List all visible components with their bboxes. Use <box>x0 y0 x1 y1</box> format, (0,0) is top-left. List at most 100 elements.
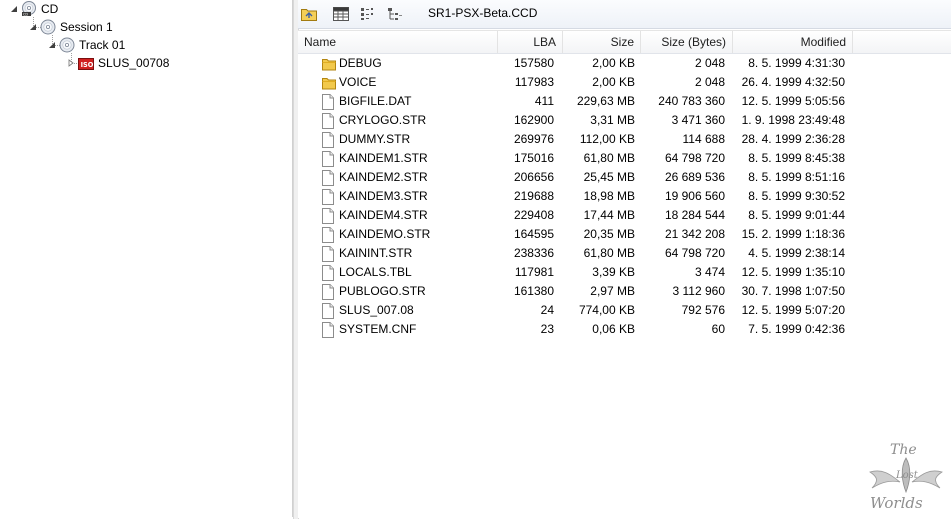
file-row[interactable]: KAININT.STR 238336 61,80 MB 64 798 720 4. 5.… <box>298 244 858 263</box>
folder-icon <box>322 75 336 91</box>
file-name: LOCALS.TBL <box>339 265 412 279</box>
column-header-lba[interactable]: LBA <box>498 31 563 53</box>
file-name: KAINDEMO.STR <box>339 227 431 241</box>
file-size-bytes: 64 798 720 <box>664 151 725 165</box>
file-size-bytes: 3 474 <box>694 265 725 279</box>
file-icon <box>322 322 336 338</box>
file-modified: 12. 5. 1999 5:05:56 <box>741 94 845 108</box>
file-icon <box>322 170 336 186</box>
file-list-pane: SR1-PSX-Beta.CCD Name LBA Size Size (Byt… <box>298 0 951 518</box>
file-size: 3,31 MB <box>590 113 635 127</box>
file-icon <box>322 265 336 281</box>
tree-node-label: CD <box>41 2 59 16</box>
file-name: VOICE <box>339 75 377 89</box>
file-size: 17,44 MB <box>583 208 635 222</box>
file-size: 229,63 MB <box>576 94 635 108</box>
file-modified: 15. 2. 1999 1:18:36 <box>741 227 845 241</box>
file-row[interactable]: PUBLOGO.STR 161380 2,97 MB 3 112 960 30. 7. … <box>298 282 858 301</box>
file-row[interactable]: KAINDEMO.STR 164595 20,35 MB 21 342 208 15. … <box>298 225 858 244</box>
file-modified: 8. 5. 1999 9:01:44 <box>748 208 845 222</box>
file-modified: 12. 5. 1999 5:07:20 <box>741 303 845 317</box>
collapse-arrow-icon[interactable] <box>9 4 19 14</box>
file-lba: 162900 <box>513 113 554 127</box>
list-view-icon[interactable] <box>359 5 377 23</box>
file-icon <box>322 189 336 205</box>
tree-node-iso-volume[interactable]: ISO SLUS_00708 <box>66 54 169 72</box>
file-list[interactable]: Name LBA Size Size (Bytes) Modified DEBU… <box>298 30 951 518</box>
file-size-bytes: 2 048 <box>694 56 725 70</box>
file-name: KAINDEM2.STR <box>339 170 428 184</box>
expand-arrow-icon[interactable] <box>66 58 76 68</box>
file-size: 3,39 KB <box>592 265 635 279</box>
file-size-bytes: 3 112 960 <box>672 284 726 298</box>
file-size-bytes: 240 783 360 <box>658 94 725 108</box>
file-lba: 23 <box>540 322 554 336</box>
file-modified: 8. 5. 1999 8:45:38 <box>748 151 845 165</box>
file-lba: 161380 <box>513 284 554 298</box>
collapse-arrow-icon[interactable] <box>28 22 38 32</box>
file-size: 2,97 MB <box>590 284 635 298</box>
file-modified: 4. 5. 1999 2:38:14 <box>748 246 845 260</box>
file-name: KAINDEM1.STR <box>339 151 428 165</box>
the-lost-worlds-logo: The Lost Worlds <box>866 438 946 514</box>
file-icon <box>322 208 336 224</box>
file-lba: 206656 <box>513 170 554 184</box>
file-size-bytes: 792 576 <box>681 303 725 317</box>
file-name: KAINDEM3.STR <box>339 189 428 203</box>
svg-text:Lost: Lost <box>895 470 919 481</box>
column-header-name[interactable]: Name <box>298 31 498 53</box>
file-size: 61,80 MB <box>583 246 635 260</box>
file-modified: 12. 5. 1999 1:35:10 <box>741 265 845 279</box>
column-header-size[interactable]: Size <box>563 31 641 53</box>
folder-row[interactable]: VOICE 117983 2,00 KB 2 048 26. 4. 1999 4:32:… <box>298 73 858 92</box>
folder-icon <box>322 56 336 72</box>
file-icon <box>322 227 336 243</box>
svg-text:ISO: ISO <box>81 61 94 69</box>
tree-node-cd[interactable]: CD CD <box>9 0 58 18</box>
file-name: DEBUG <box>339 56 382 70</box>
file-row[interactable]: LOCALS.TBL 117981 3,39 KB 3 474 12. 5. 1999 … <box>298 263 858 282</box>
folder-up-icon[interactable] <box>300 5 318 23</box>
tree-node-session[interactable]: Session 1 <box>28 18 113 36</box>
file-row[interactable]: DUMMY.STR 269976 112,00 KB 114 688 28. 4. 19… <box>298 130 858 149</box>
collapse-arrow-icon[interactable] <box>47 40 57 50</box>
file-lba: 117981 <box>514 265 554 279</box>
file-modified: 8. 5. 1999 8:51:16 <box>748 170 845 184</box>
column-header-row: Name LBA Size Size (Bytes) Modified <box>298 31 951 54</box>
column-header-modified[interactable]: Modified <box>733 31 853 53</box>
file-lba: 157580 <box>513 56 554 70</box>
file-lba: 219688 <box>513 189 554 203</box>
file-row[interactable]: KAINDEM1.STR 175016 61,80 MB 64 798 720 8. 5… <box>298 149 858 168</box>
file-modified: 28. 4. 1999 2:36:28 <box>741 132 845 146</box>
folder-tree-pane[interactable]: CD CD Session 1 Track 01 ISO SLUS_00708 <box>0 0 293 517</box>
file-modified: 8. 5. 1999 4:31:30 <box>748 56 845 70</box>
file-icon <box>322 94 336 110</box>
file-size: 2,00 KB <box>592 75 635 89</box>
file-modified: 30. 7. 1998 1:07:50 <box>741 284 845 298</box>
file-row[interactable]: CRYLOGO.STR 162900 3,31 MB 3 471 360 1. 9. 1… <box>298 111 858 130</box>
current-image-path: SR1-PSX-Beta.CCD <box>428 6 538 20</box>
file-row[interactable]: KAINDEM2.STR 206656 25,45 MB 26 689 536 8. 5… <box>298 168 858 187</box>
file-row[interactable]: KAINDEM3.STR 219688 18,98 MB 19 906 560 8. 5… <box>298 187 858 206</box>
file-row[interactable]: SLUS_007.08 24 774,00 KB 792 576 12. 5. 1999… <box>298 301 858 320</box>
file-size-bytes: 26 689 536 <box>664 170 725 184</box>
file-row[interactable]: BIGFILE.DAT 411 229,63 MB 240 783 360 12. 5.… <box>298 92 858 111</box>
file-icon <box>322 246 336 262</box>
file-name: DUMMY.STR <box>339 132 411 146</box>
tree-node-track[interactable]: Track 01 <box>47 36 125 54</box>
file-icon <box>322 151 336 167</box>
file-lba: 24 <box>540 303 554 317</box>
file-size-bytes: 3 471 360 <box>671 113 725 127</box>
column-header-size-bytes[interactable]: Size (Bytes) <box>641 31 733 53</box>
folder-row[interactable]: DEBUG 157580 2,00 KB 2 048 8. 5. 1999 4:31:3… <box>298 54 858 73</box>
file-row[interactable]: SYSTEM.CNF 23 0,06 KB 60 7. 5. 1999 0:42:36 <box>298 320 858 339</box>
tree-node-label: SLUS_00708 <box>98 56 170 70</box>
file-lba: 238336 <box>513 246 554 260</box>
file-lba: 117983 <box>514 75 554 89</box>
svg-text:CD: CD <box>23 12 28 16</box>
details-view-icon[interactable] <box>332 5 350 23</box>
toolbar: SR1-PSX-Beta.CCD <box>298 0 951 29</box>
tree-view-icon[interactable] <box>386 5 404 23</box>
file-size-bytes: 19 906 560 <box>664 189 725 203</box>
file-row[interactable]: KAINDEM4.STR 229408 17,44 MB 18 284 544 8. 5… <box>298 206 858 225</box>
